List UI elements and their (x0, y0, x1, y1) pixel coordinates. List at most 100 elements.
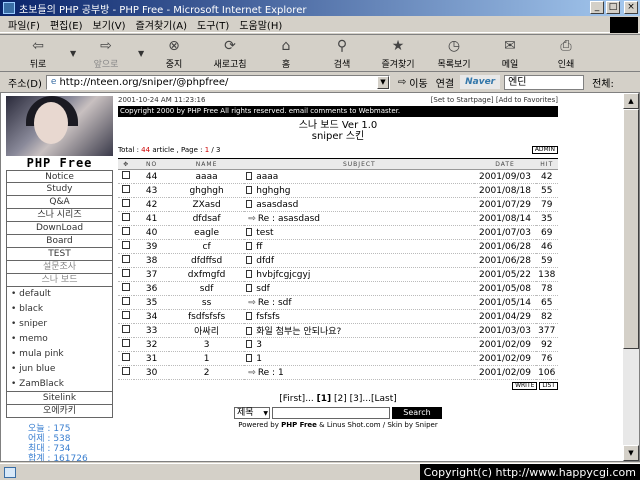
pager-first[interactable]: [First] (279, 394, 305, 404)
row-author[interactable]: sdf (168, 281, 245, 296)
nav-test[interactable]: TEST (6, 248, 113, 261)
back-dropdown-icon[interactable]: ▼ (70, 49, 78, 58)
menu-help[interactable]: 도움말(H) (239, 17, 282, 32)
start-favorites-links[interactable]: [Set to Startpage] [Add to Favorites] (431, 96, 558, 106)
nav-qa[interactable]: Q&A (6, 196, 113, 209)
row-checkbox[interactable] (118, 309, 135, 324)
row-subject[interactable]: aaaa (244, 169, 475, 184)
row-subject-text[interactable]: dfdf (256, 256, 274, 266)
menu-file[interactable]: 파일(F) (8, 17, 40, 32)
row-checkbox[interactable] (118, 281, 135, 296)
row-subject-text[interactable]: 1 (256, 354, 262, 364)
back-button[interactable]: ⇦ 뒤로 (14, 37, 62, 70)
pager-3[interactable]: [3] (350, 394, 363, 404)
row-subject-text[interactable]: hvbjfcgjcgyj (256, 270, 310, 280)
scroll-thumb[interactable] (623, 109, 639, 349)
row-checkbox[interactable] (118, 183, 135, 198)
row-subject-text[interactable]: test (256, 228, 273, 238)
search-button[interactable]: ⚲ 검색 (318, 37, 366, 70)
row-subject[interactable]: 1 (244, 351, 475, 366)
forward-button[interactable]: ⇨ 앞으로 (82, 37, 130, 70)
pager-1[interactable]: [1] (317, 394, 332, 404)
row-checkbox[interactable] (118, 365, 135, 380)
scroll-up-icon[interactable]: ▲ (623, 93, 639, 109)
row-subject[interactable]: fsfsfs (244, 309, 475, 324)
row-subject-text[interactable]: aaaa (256, 172, 278, 182)
nav-sitelink[interactable]: Sitelink (6, 392, 113, 405)
row-author[interactable]: dfdffsd (168, 253, 245, 268)
naver-logo[interactable]: Naver (460, 75, 501, 89)
naver-search-input[interactable]: 엔딘 (504, 74, 585, 90)
row-checkbox[interactable] (118, 323, 135, 338)
stop-button[interactable]: ⊗ 중지 (150, 37, 198, 70)
row-author[interactable]: 1 (168, 351, 245, 366)
row-checkbox[interactable] (118, 225, 135, 240)
row-author[interactable]: fsdfsfsfs (168, 309, 245, 324)
nav-board[interactable]: Board (6, 235, 113, 248)
nav-sna-board[interactable]: 스나 보드 (6, 274, 113, 287)
row-subject[interactable]: ff (244, 239, 475, 254)
row-checkbox[interactable] (118, 267, 135, 282)
row-subject-text[interactable]: Re : sdf (258, 298, 292, 308)
skin-jun-blue[interactable]: jun blue (6, 362, 113, 377)
nav-notice[interactable]: Notice (6, 170, 113, 183)
refresh-button[interactable]: ⟳ 새로고침 (206, 37, 254, 70)
row-author[interactable]: eagle (168, 225, 245, 240)
pager-last[interactable]: [Last] (371, 394, 397, 404)
row-subject-text[interactable]: sdf (256, 284, 270, 294)
menu-view[interactable]: 보기(V) (93, 17, 126, 32)
vertical-scrollbar[interactable]: ▲ ▼ (623, 93, 639, 461)
skin-sniper[interactable]: sniper (6, 317, 113, 332)
row-subject[interactable]: 화일 첨부는 안되나요? (244, 323, 475, 338)
row-subject[interactable]: test (244, 225, 475, 240)
menu-favorites[interactable]: 즐겨찾기(A) (136, 17, 187, 32)
row-checkbox[interactable] (118, 253, 135, 268)
row-author[interactable]: cf (168, 239, 245, 254)
row-checkbox[interactable] (118, 295, 135, 310)
row-subject[interactable]: ⇨ Re : sdf (244, 295, 475, 310)
links-button[interactable]: 연결 (436, 75, 454, 90)
row-subject[interactable]: hvbjfcgjcgyj (244, 267, 475, 282)
row-subject[interactable]: dfdf (244, 253, 475, 268)
mail-button[interactable]: ✉ 메일 (486, 37, 534, 70)
row-subject[interactable]: sdf (244, 281, 475, 296)
maximize-button[interactable]: □ (606, 1, 620, 14)
home-button[interactable]: ⌂ 홈 (262, 37, 310, 70)
row-subject[interactable]: asasdasd (244, 197, 475, 212)
scroll-down-icon[interactable]: ▼ (623, 445, 639, 461)
row-subject-text[interactable]: ff (256, 242, 262, 252)
print-button[interactable]: ⎙ 인쇄 (542, 37, 590, 70)
favorites-button[interactable]: ★ 즐겨찾기 (374, 37, 422, 70)
row-author[interactable]: dfdsaf (168, 211, 245, 226)
nav-survey[interactable]: 설문조사 (6, 261, 113, 274)
nav-oekaki[interactable]: 오에카키 (6, 405, 113, 418)
forward-dropdown-icon[interactable]: ▼ (138, 49, 146, 58)
row-subject[interactable]: ⇨ Re : 1 (244, 365, 475, 380)
row-subject-text[interactable]: Re : 1 (258, 368, 284, 378)
row-subject[interactable]: hghghg (244, 183, 475, 198)
row-author[interactable]: ghghgh (168, 183, 245, 198)
row-subject-text[interactable]: hghghg (256, 186, 290, 196)
menu-tools[interactable]: 도구(T) (197, 17, 229, 32)
row-subject[interactable]: ⇨ Re : asasdasd (244, 211, 475, 226)
row-author[interactable]: dxfmgfd (168, 267, 245, 282)
skin-black[interactable]: black (6, 302, 113, 317)
row-author[interactable]: 아싸리 (168, 323, 245, 338)
row-subject-text[interactable]: 3 (256, 340, 262, 350)
row-subject-text[interactable]: 화일 첨부는 안되나요? (256, 327, 341, 337)
row-checkbox[interactable] (118, 239, 135, 254)
pager-2[interactable]: [2] (334, 394, 347, 404)
admin-button[interactable]: ADMIN (531, 146, 558, 154)
row-checkbox[interactable] (118, 337, 135, 352)
search-submit-button[interactable]: Search (392, 406, 442, 419)
search-field-select[interactable]: 제목 (234, 406, 270, 419)
row-author[interactable]: 2 (168, 365, 245, 380)
row-subject-text[interactable]: asasdasd (256, 200, 298, 210)
skin-default[interactable]: default (6, 287, 113, 302)
row-checkbox[interactable] (118, 197, 135, 212)
address-input[interactable]: e http://nteen.org/sniper/@phpfree/ ▼ (45, 74, 390, 90)
nav-study[interactable]: Study (6, 183, 113, 196)
row-checkbox[interactable] (118, 351, 135, 366)
row-checkbox[interactable] (118, 211, 135, 226)
nav-download[interactable]: DownLoad (6, 222, 113, 235)
